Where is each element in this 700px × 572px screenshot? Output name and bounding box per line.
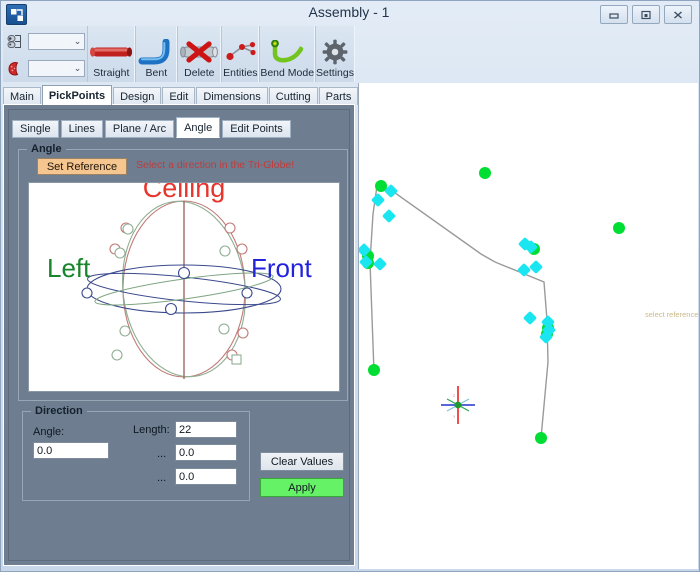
- tab-dimensions[interactable]: Dimensions: [196, 87, 268, 105]
- row2-field-label: ...: [157, 448, 167, 460]
- clear-values-button[interactable]: Clear Values: [260, 452, 344, 471]
- chevron-down-icon: ⌄: [73, 35, 82, 46]
- settings-button[interactable]: Settings: [315, 26, 355, 82]
- tri-globe-hint: Select a direction in the Tri-Globe!: [136, 159, 295, 171]
- maximize-button[interactable]: [632, 5, 660, 24]
- combo-row-material: ⌄: [6, 57, 86, 79]
- bent-tube-icon: [136, 37, 176, 67]
- row3-input[interactable]: 0.0: [175, 468, 237, 485]
- model-viewport-svg[interactable]: Z Y: [359, 83, 698, 569]
- close-button[interactable]: [664, 5, 692, 24]
- angle-input[interactable]: 0.0: [33, 442, 109, 459]
- subtab-edit-points[interactable]: Edit Points: [222, 120, 291, 138]
- row2-input[interactable]: 0.0: [175, 444, 237, 461]
- angle-group-box: Angle Set Reference Select a direction i…: [18, 143, 348, 401]
- combo-row-profile: ⌄: [6, 30, 86, 52]
- length-field-label: Length:: [133, 424, 170, 436]
- tab-design[interactable]: Design: [113, 87, 162, 105]
- entities-nodes-icon: [222, 37, 258, 67]
- settings-button-label: Settings: [316, 67, 354, 79]
- delete-button-label: Delete: [184, 67, 215, 79]
- straight-button-label: Straight: [93, 67, 130, 79]
- main-toolbar: ⌄ ⌄ Straight Bent Delete Entities Bend M…: [3, 26, 355, 82]
- viewport-reference-note: select reference p: [645, 310, 698, 319]
- material-combo[interactable]: ⌄: [28, 59, 86, 77]
- delete-button[interactable]: Delete: [177, 26, 222, 82]
- tab-cutting[interactable]: Cutting: [268, 87, 318, 105]
- tab-edit[interactable]: Edit: [162, 87, 196, 105]
- bend-mode-icon: [267, 37, 307, 67]
- entities-button-label: Entities: [223, 67, 258, 79]
- tri-globe-canvas[interactable]: Ceiling Left Front: [28, 182, 340, 392]
- main-tab-strip: Main PickPoints Design Edit Dimensions C…: [3, 85, 407, 105]
- svg-text:Z: Z: [453, 394, 456, 398]
- tab-main[interactable]: Main: [3, 87, 41, 105]
- subtab-angle[interactable]: Angle: [176, 117, 221, 138]
- chevron-down-icon: ⌄: [73, 62, 82, 73]
- pickpoints-panel: Single Lines Plane / Arc Angle Edit Poin…: [3, 104, 355, 566]
- material-icon: [6, 58, 28, 78]
- combo-column: ⌄ ⌄: [3, 26, 87, 82]
- length-input[interactable]: 22: [175, 421, 237, 438]
- window-title: Assembly - 1: [308, 4, 390, 20]
- tube-profile-icon: [6, 31, 28, 51]
- gear-icon: [322, 37, 348, 67]
- svg-text:Y: Y: [453, 415, 456, 419]
- bent-button-label: Bent: [145, 67, 168, 79]
- origin-axis-marker: Z Y: [441, 386, 475, 424]
- cyan-node-group: [359, 184, 556, 344]
- tube-segment-top: [376, 185, 496, 263]
- direction-group-box: Direction Angle: 0.0 Length: 22 ... 0.0 …: [22, 405, 250, 501]
- subtab-lines[interactable]: Lines: [60, 120, 103, 138]
- window-controls: [600, 5, 692, 24]
- angle-group-title: Angle: [27, 143, 66, 155]
- subtab-plane-arc[interactable]: Plane / Arc: [104, 120, 175, 138]
- pickpoints-sub-tab-strip: Single Lines Plane / Arc Angle Edit Poin…: [12, 117, 291, 138]
- straight-tube-icon: [88, 37, 134, 67]
- direction-group-title: Direction: [31, 405, 87, 417]
- apply-button[interactable]: Apply: [260, 478, 344, 497]
- tab-pickpoints[interactable]: PickPoints: [41, 85, 113, 105]
- minimize-button[interactable]: [600, 5, 628, 24]
- set-reference-button[interactable]: Set Reference: [37, 158, 127, 175]
- model-viewport[interactable]: Z Y select reference p: [358, 83, 698, 569]
- tube-segment-right: [494, 261, 549, 439]
- angle-field-label: Angle:: [33, 426, 65, 438]
- straight-button[interactable]: Straight: [87, 26, 136, 82]
- title-bar: Assembly - 1: [0, 0, 698, 27]
- tube-segment-left: [369, 185, 378, 373]
- tri-globe-svg[interactable]: Ceiling Left Front: [29, 183, 339, 391]
- bend-mode-button[interactable]: Bend Mode: [259, 26, 316, 82]
- tab-parts[interactable]: Parts: [318, 87, 359, 105]
- entities-button[interactable]: Entities: [221, 26, 260, 82]
- bend-mode-button-label: Bend Mode: [260, 67, 315, 79]
- globe-label-front: Front: [251, 253, 312, 283]
- profile-combo[interactable]: ⌄: [28, 32, 86, 50]
- delete-x-icon: [178, 37, 220, 67]
- globe-label-ceiling: Ceiling: [143, 183, 226, 203]
- globe-label-left: Left: [47, 253, 91, 283]
- application-window: Assembly - 1 ⌄ ⌄ Straight Bent Delete En…: [0, 0, 700, 572]
- bent-button[interactable]: Bent: [135, 26, 178, 82]
- subtab-single[interactable]: Single: [12, 120, 59, 138]
- row3-field-label: ...: [157, 472, 167, 484]
- green-node-group: [362, 167, 625, 444]
